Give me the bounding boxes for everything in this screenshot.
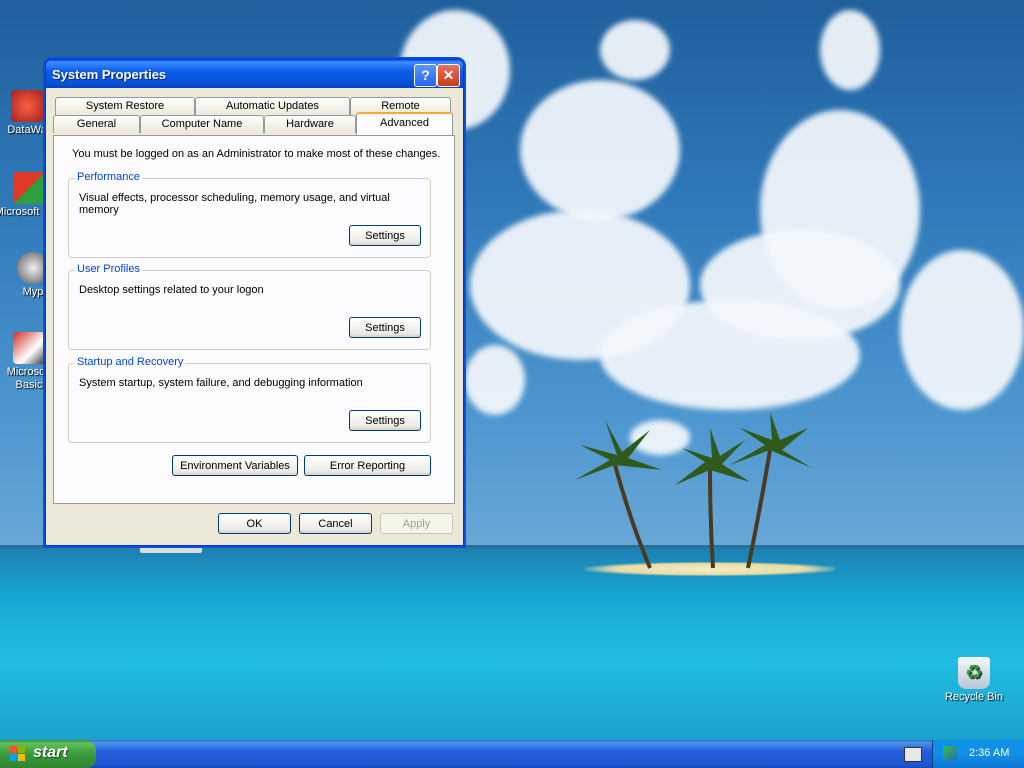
group-description: System startup, system failure, and debu… [79, 377, 363, 389]
performance-group: Performance Visual effects, processor sc… [68, 171, 431, 258]
startup-recovery-settings-button[interactable]: Settings [349, 410, 421, 431]
visual-cpp-icon [13, 172, 45, 204]
question-icon: ? [421, 67, 430, 83]
recycle-bin-icon: ♻ [958, 657, 990, 689]
group-description: Desktop settings related to your logon [79, 284, 264, 296]
title-bar[interactable]: System Properties ? ✕ [46, 60, 463, 88]
environment-variables-button[interactable]: Environment Variables [172, 455, 298, 476]
group-title: User Profiles [75, 263, 142, 275]
help-button[interactable]: ? [414, 64, 437, 87]
cloud [900, 250, 1024, 410]
datawa-icon [11, 90, 43, 122]
windows-logo-icon [10, 746, 26, 762]
group-description: Visual effects, processor scheduling, me… [79, 192, 390, 216]
cancel-button[interactable]: Cancel [299, 513, 372, 534]
keyboard-icon[interactable] [904, 747, 922, 762]
tab-hardware[interactable]: Hardware [264, 115, 356, 133]
desktop-icon-recycle-bin[interactable]: ♻ Recycle Bin [939, 657, 1009, 704]
apply-button: Apply [380, 513, 453, 534]
visual-basic-icon [13, 332, 45, 364]
palm-trees [575, 412, 812, 569]
group-title: Startup and Recovery [75, 356, 186, 368]
cloud [600, 20, 670, 80]
close-icon: ✕ [442, 67, 455, 83]
desktop-icon-label: Recycle Bin [944, 691, 1004, 703]
tab-computer-name[interactable]: Computer Name [140, 115, 264, 133]
ok-button[interactable]: OK [218, 513, 291, 534]
group-title: Performance [75, 171, 142, 183]
network-icon[interactable] [943, 746, 957, 760]
tab-advanced[interactable]: Advanced [356, 112, 453, 135]
admin-notice: You must be logged on as an Administrato… [72, 148, 441, 160]
system-tray: 2:36 AM [932, 740, 1024, 768]
user-profiles-group: User Profiles Desktop settings related t… [68, 263, 431, 350]
user-profiles-settings-button[interactable]: Settings [349, 317, 421, 338]
cloud [820, 10, 880, 90]
system-properties-window: System Properties ? ✕ System Restore Aut… [45, 59, 464, 546]
cloud [700, 230, 900, 340]
advanced-tab-panel: You must be logged on as an Administrato… [53, 135, 455, 504]
tab-system-restore[interactable]: System Restore [55, 97, 195, 115]
window-title: System Properties [52, 67, 167, 82]
performance-settings-button[interactable]: Settings [349, 225, 421, 246]
startup-recovery-group: Startup and Recovery System startup, sys… [68, 356, 431, 443]
clock[interactable]: 2:36 AM [969, 747, 1009, 759]
start-label: start [33, 744, 68, 761]
tab-general[interactable]: General [53, 115, 140, 133]
close-button[interactable]: ✕ [437, 64, 460, 87]
start-button[interactable]: start [0, 740, 96, 768]
cloud [465, 345, 525, 415]
tab-automatic-updates[interactable]: Automatic Updates [195, 97, 350, 115]
error-reporting-button[interactable]: Error Reporting [304, 455, 431, 476]
taskbar: start 2:36 AM [0, 740, 1024, 768]
sea [0, 548, 1024, 740]
cloud [520, 80, 680, 220]
